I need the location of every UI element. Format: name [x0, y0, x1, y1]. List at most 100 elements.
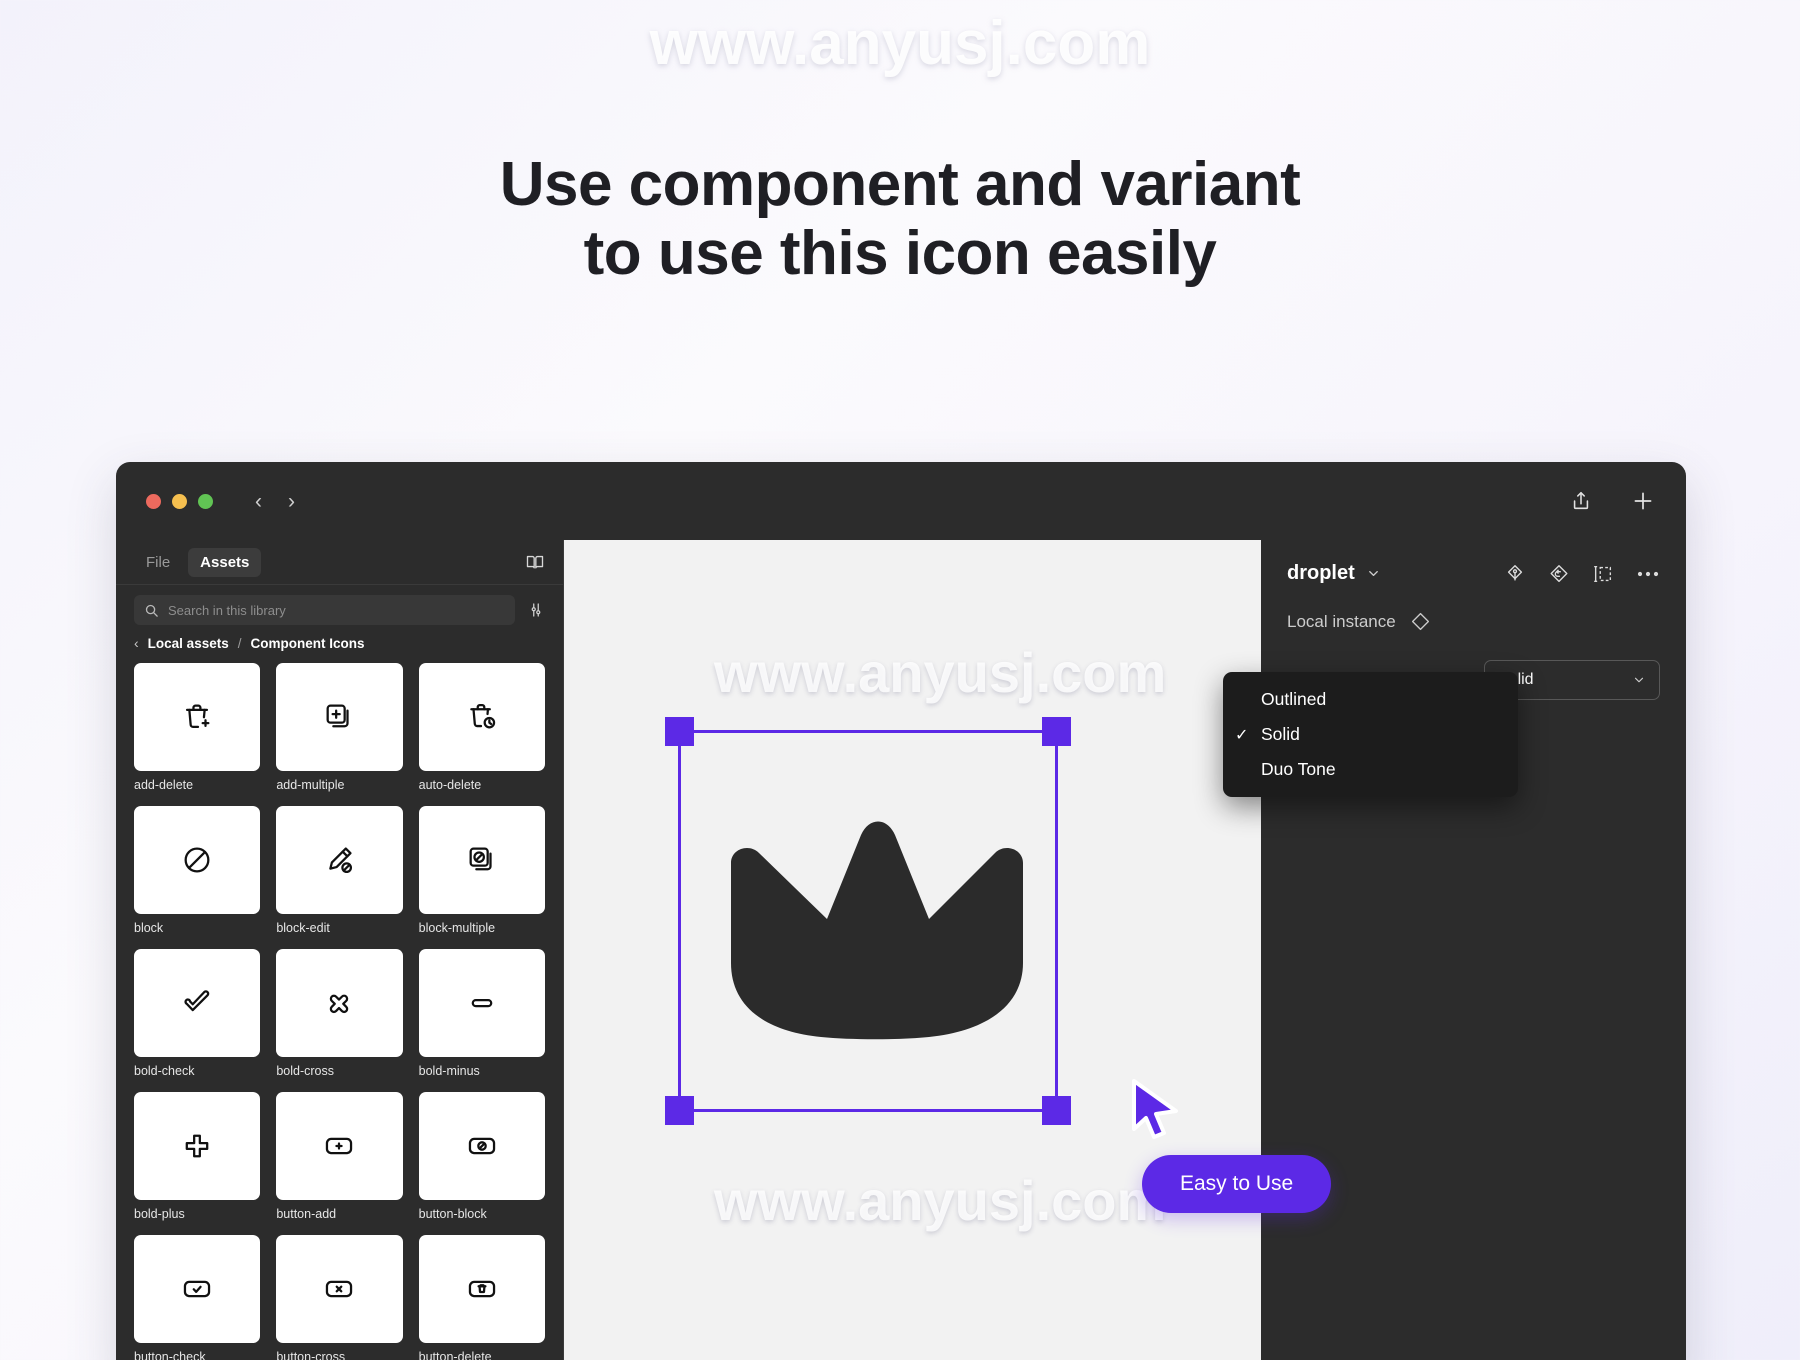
block-icon[interactable]	[134, 806, 261, 914]
asset-icon-label: button-check	[134, 1350, 206, 1360]
resize-handle-top-left[interactable]	[665, 717, 694, 746]
trash-plus-icon[interactable]	[134, 663, 261, 771]
bold-cross-icon[interactable]	[276, 949, 403, 1057]
resize-handle-bottom-right[interactable]	[1042, 1096, 1071, 1125]
search-icon	[144, 603, 159, 618]
asset-icon-label: add-delete	[134, 778, 194, 792]
book-icon[interactable]	[525, 552, 545, 572]
reset-instance-icon[interactable]	[1548, 563, 1570, 585]
more-options-icon[interactable]	[1636, 570, 1660, 578]
asset-icon-cell[interactable]: auto-delete	[418, 663, 545, 792]
asset-icon-cell[interactable]: bold-check	[134, 949, 261, 1078]
app-window: ‹ › File Assets Search in this library ‹…	[116, 462, 1686, 1360]
watermark-canvas-top: www.anyusj.com	[714, 641, 1167, 704]
search-placeholder: Search in this library	[168, 602, 286, 618]
instance-label: Local instance	[1287, 611, 1396, 631]
resize-handle-bottom-left[interactable]	[665, 1096, 694, 1125]
asset-icon-label: block-multiple	[418, 921, 496, 935]
menu-item-outlined[interactable]: Outlined	[1223, 682, 1518, 717]
component-name: droplet	[1287, 562, 1355, 584]
asset-icon-cell[interactable]: button-cross	[276, 1235, 403, 1360]
sliders-icon[interactable]	[527, 601, 545, 619]
window-body: File Assets Search in this library ‹ Loc…	[116, 540, 1686, 1360]
asset-icon-cell[interactable]: button-add	[276, 1092, 403, 1221]
square-plus-stack-icon[interactable]	[276, 663, 403, 771]
style-dropdown-menu: Outlined ✓ Solid Duo Tone	[1223, 672, 1518, 797]
button-plus-icon[interactable]	[276, 1092, 403, 1200]
maximize-window-button[interactable]	[198, 493, 213, 509]
asset-icon-cell[interactable]: button-check	[134, 1235, 261, 1360]
chevron-down-icon	[1632, 673, 1646, 687]
plus-icon[interactable]	[1630, 488, 1656, 514]
traffic-lights	[146, 493, 213, 509]
share-icon[interactable]	[1570, 490, 1592, 512]
asset-icon-cell[interactable]: button-block	[418, 1092, 545, 1221]
asset-icon-cell[interactable]: block-edit	[276, 806, 403, 935]
button-cross-icon[interactable]	[276, 1235, 403, 1343]
button-block-icon[interactable]	[418, 1092, 545, 1200]
nav-forward-button[interactable]: ›	[288, 491, 295, 512]
inspector-actions	[1504, 563, 1660, 585]
pointer-cursor	[1132, 1079, 1178, 1139]
tab-assets[interactable]: Assets	[188, 547, 262, 577]
breadcrumb-root[interactable]: Local assets	[148, 636, 229, 651]
asset-icon-cell[interactable]: bold-plus	[134, 1092, 261, 1221]
pencil-block-icon[interactable]	[276, 806, 403, 914]
watermark-canvas-bottom: www.anyusj.com	[714, 1169, 1167, 1232]
asset-icon-label: button-delete	[418, 1350, 492, 1360]
bold-plus-icon[interactable]	[134, 1092, 261, 1200]
asset-icon-cell[interactable]: bold-minus	[418, 949, 545, 1078]
watermark-top: www.anyusj.com	[649, 9, 1151, 78]
panel-tabs: File Assets	[116, 540, 563, 584]
window-titlebar: ‹ ›	[116, 462, 1686, 540]
asset-icon-cell[interactable]: bold-cross	[276, 949, 403, 1078]
button-trash-icon[interactable]	[418, 1235, 545, 1343]
instance-row: Local instance	[1287, 611, 1660, 632]
titlebar-actions	[1570, 488, 1656, 514]
breadcrumb: ‹ Local assets / Component Icons	[116, 631, 563, 663]
menu-item-duo-tone[interactable]: Duo Tone	[1223, 752, 1518, 787]
nav-arrows: ‹ ›	[255, 491, 295, 512]
asset-icon-label: button-add	[276, 1207, 337, 1221]
asset-icon-cell[interactable]: add-multiple	[276, 663, 403, 792]
asset-icon-label: auto-delete	[418, 778, 482, 792]
menu-label-solid: Solid	[1261, 724, 1300, 744]
asset-icon-cell[interactable]: block-multiple	[418, 806, 545, 935]
trash-clock-icon[interactable]	[418, 663, 545, 771]
search-input[interactable]: Search in this library	[134, 595, 515, 625]
close-window-button[interactable]	[146, 493, 161, 509]
asset-icon-label: add-multiple	[276, 778, 345, 792]
asset-icon-cell[interactable]: add-delete	[134, 663, 261, 792]
breadcrumb-back-button[interactable]: ‹	[134, 635, 139, 651]
asset-icon-label: bold-cross	[276, 1064, 334, 1078]
check-icon: ✓	[1235, 726, 1249, 744]
tab-file[interactable]: File	[134, 548, 182, 577]
resize-handle-top-right[interactable]	[1042, 717, 1071, 746]
minimize-window-button[interactable]	[172, 493, 187, 509]
inspector-header: droplet	[1287, 562, 1660, 585]
diamond-icon	[1410, 611, 1431, 632]
asset-icon-label: bold-plus	[134, 1207, 185, 1221]
go-to-main-component-icon[interactable]	[1504, 563, 1526, 585]
chevron-down-icon[interactable]	[1366, 566, 1381, 581]
asset-icon-label: button-block	[418, 1207, 487, 1221]
search-row: Search in this library	[116, 585, 563, 631]
bold-minus-icon[interactable]	[418, 949, 545, 1057]
detach-instance-icon[interactable]	[1592, 563, 1614, 585]
asset-icon-cell[interactable]: button-delete	[418, 1235, 545, 1360]
assets-panel: File Assets Search in this library ‹ Loc…	[116, 540, 564, 1360]
page-headline: Use component and variant to use this ic…	[0, 150, 1800, 289]
selection-bounding-box[interactable]	[665, 717, 1071, 1125]
block-stack-icon[interactable]	[418, 806, 545, 914]
headline-line-1: Use component and variant	[499, 150, 1301, 219]
asset-icon-label: bold-minus	[418, 1064, 480, 1078]
asset-icon-cell[interactable]: block	[134, 806, 261, 935]
easy-to-use-tooltip: Easy to Use	[1142, 1155, 1332, 1213]
asset-icon-label: button-cross	[276, 1350, 346, 1360]
bold-check-icon[interactable]	[134, 949, 261, 1057]
menu-item-solid[interactable]: ✓ Solid	[1223, 717, 1518, 752]
design-canvas[interactable]: www.anyusj.com www.anyusj.com	[564, 540, 1261, 1360]
nav-back-button[interactable]: ‹	[255, 491, 262, 512]
breadcrumb-separator: /	[237, 635, 242, 651]
button-check-icon[interactable]	[134, 1235, 261, 1343]
